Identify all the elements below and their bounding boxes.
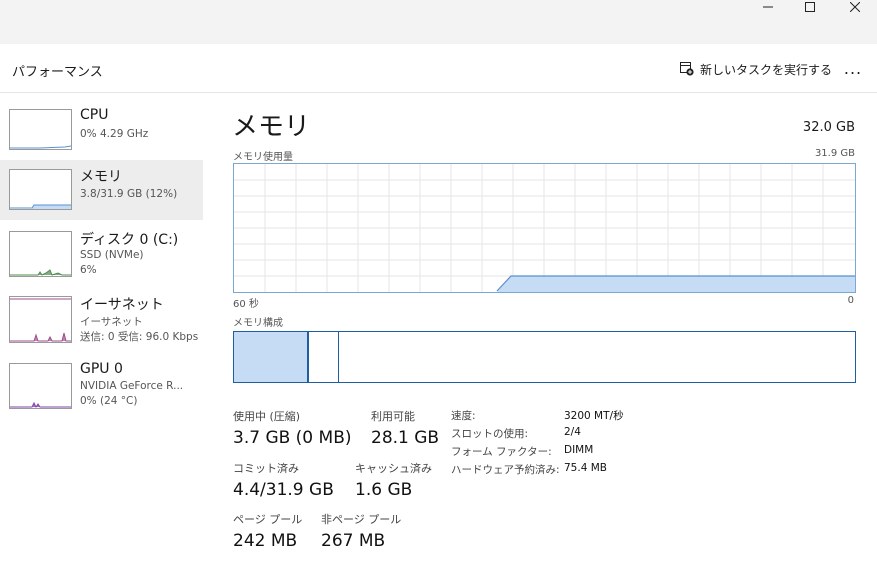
modified-segment	[309, 332, 339, 382]
page-title: パフォーマンス	[12, 65, 103, 80]
sidebar-item-label: イーサネット	[80, 297, 164, 313]
axis-right-label: 0	[847, 295, 854, 306]
axis-left-label: 60 秒	[233, 299, 259, 310]
sidebar-item-disk[interactable]: ディスク 0 (C:) SSD (NVMe) 6%	[0, 224, 203, 284]
sidebar-item-gpu[interactable]: GPU 0 NVIDIA GeForce R... 0% (24 °C)	[0, 356, 203, 416]
sidebar-item-detail: 3.8/31.9 GB (12%)	[80, 188, 178, 200]
minimize-button[interactable]	[746, 0, 790, 14]
sidebar-item-ethernet[interactable]: イーサネット イーサネット 送信: 0 受信: 96.0 Kbps	[0, 289, 203, 353]
sidebar-item-detail: イーサネット	[80, 316, 143, 328]
sidebar-item-label: メモリ	[80, 169, 122, 185]
slots-value: 2/4	[564, 426, 581, 438]
hardware-reserved-label: ハードウェア予約済み:	[451, 464, 560, 476]
disk-thumbnail-graph	[9, 231, 72, 277]
committed-value: 4.4/31.9 GB	[233, 480, 334, 500]
run-new-task-button[interactable]: 新しいタスクを実行する	[680, 58, 832, 80]
memory-composition-bar	[233, 331, 856, 383]
sidebar-item-detail: SSD (NVMe)	[80, 249, 144, 261]
paged-pool-label: ページ プール	[233, 513, 303, 526]
title-bar	[0, 0, 877, 44]
minimize-icon	[763, 6, 773, 8]
memory-thumbnail-graph	[9, 169, 72, 210]
cached-value: 1.6 GB	[355, 480, 413, 500]
sidebar-item-cpu[interactable]: CPU 0% 4.29 GHz	[0, 101, 203, 161]
page-header: パフォーマンス 新しいタスクを実行する ...	[0, 44, 877, 93]
sidebar-item-memory[interactable]: メモリ 3.8/31.9 GB (12%)	[0, 160, 203, 220]
slots-label: スロットの使用:	[451, 428, 529, 440]
speed-label: 速度:	[451, 410, 476, 422]
maximize-button[interactable]	[788, 0, 832, 14]
memory-usage-graph	[233, 163, 856, 293]
available-value: 28.1 GB	[371, 428, 440, 448]
available-label: 利用可能	[371, 410, 415, 423]
hardware-reserved-value: 75.4 MB	[564, 462, 607, 474]
maximize-icon	[805, 2, 815, 12]
sidebar-item-label: CPU	[80, 107, 109, 123]
sidebar-item-detail: NVIDIA GeForce R...	[80, 380, 184, 392]
new-task-icon	[680, 62, 694, 76]
sidebar-item-throughput: 送信: 0 受信: 96.0 Kbps	[80, 331, 199, 343]
sidebar-item-usage: 0% (24 °C)	[80, 395, 138, 407]
form-factor-value: DIMM	[564, 444, 594, 456]
cpu-thumbnail-graph	[9, 109, 72, 150]
section-title: メモリ	[232, 112, 311, 142]
nonpaged-pool-label: 非ページ プール	[321, 513, 402, 526]
sidebar-item-label: GPU 0	[80, 361, 123, 377]
sidebar-item-detail: 0% 4.29 GHz	[80, 128, 149, 140]
form-factor-label: フォーム ファクター:	[451, 446, 552, 458]
close-icon	[850, 2, 860, 12]
paged-pool-value: 242 MB	[233, 531, 298, 551]
gpu-thumbnail-graph	[9, 363, 72, 409]
in-use-label: 使用中 (圧縮)	[233, 410, 301, 423]
in-use-segment	[234, 332, 309, 382]
total-memory: 32.0 GB	[802, 120, 855, 135]
usage-graph-label: メモリ使用量	[233, 152, 293, 163]
in-use-value: 3.7 GB (0 MB)	[233, 428, 352, 448]
nonpaged-pool-value: 267 MB	[321, 531, 386, 551]
sidebar-item-usage: 6%	[80, 264, 97, 276]
more-options-button[interactable]: ...	[840, 56, 866, 80]
usage-graph-max: 31.9 GB	[814, 148, 855, 159]
run-task-label: 新しいタスクを実行する	[700, 62, 833, 77]
composition-label: メモリ構成	[233, 318, 283, 329]
speed-value: 3200 MT/秒	[564, 410, 624, 422]
committed-label: コミット済み	[233, 462, 299, 475]
cached-label: キャッシュ済み	[355, 462, 432, 475]
sidebar-item-label: ディスク 0 (C:)	[80, 232, 179, 248]
ethernet-thumbnail-graph	[9, 296, 72, 343]
close-button[interactable]	[833, 0, 877, 14]
